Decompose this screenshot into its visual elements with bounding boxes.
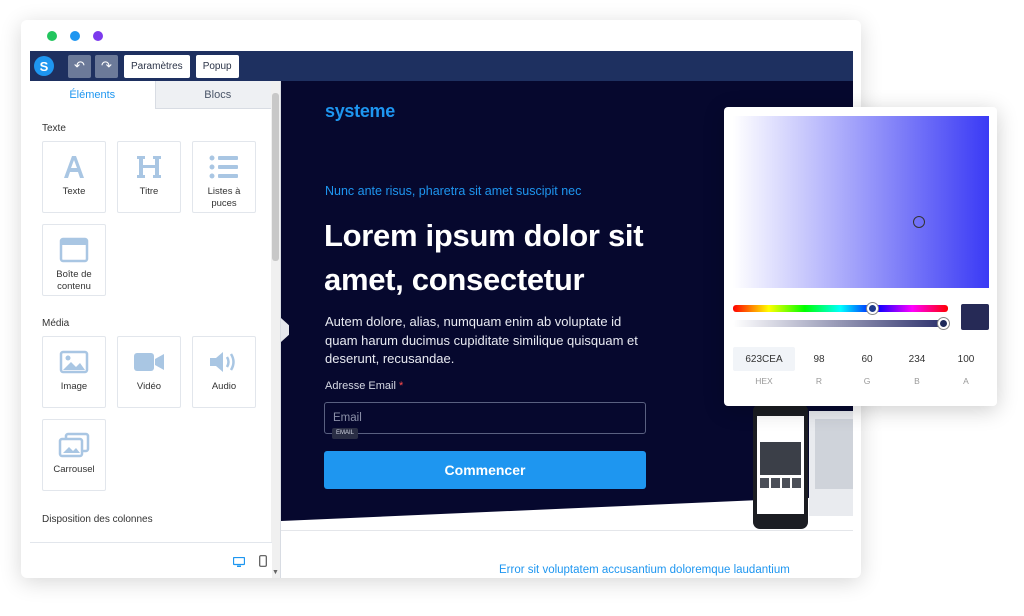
content-box-icon <box>59 232 89 268</box>
text-a-icon <box>61 149 87 185</box>
section-title-columns: Disposition des colonnes <box>42 514 153 525</box>
view-switcher <box>30 542 272 578</box>
desktop-mockup <box>809 411 853 516</box>
undo-button[interactable]: ↶ <box>68 54 91 78</box>
element-carousel[interactable]: Carrousel <box>42 419 106 491</box>
desktop-icon[interactable] <box>232 555 246 573</box>
speaker-icon <box>208 344 240 380</box>
bullet-list-icon <box>209 149 239 185</box>
element-heading[interactable]: Titre <box>117 141 181 213</box>
settings-button[interactable]: Paramètres <box>124 54 190 78</box>
hex-label: HEX <box>755 376 773 386</box>
element-video[interactable]: Vidéo <box>117 336 181 408</box>
saturation-knob[interactable] <box>913 216 925 228</box>
email-label: Adresse Email * <box>325 380 403 392</box>
email-input[interactable]: Email <box>324 402 646 434</box>
hero-headline: Lorem ipsum dolor sit amet, consectetur <box>324 218 644 297</box>
element-label: Boîte de contenu <box>56 269 92 292</box>
g-input[interactable]: 60 <box>843 347 891 371</box>
element-audio[interactable]: Audio <box>192 336 256 408</box>
carousel-icon <box>58 427 90 463</box>
image-icon <box>59 344 89 380</box>
b-field: 234 B <box>891 347 943 387</box>
close-dot[interactable] <box>47 31 57 41</box>
phone-mockup-image <box>760 442 801 475</box>
g-field: 60 G <box>843 347 891 387</box>
sidebar-scrollbar[interactable]: ▼ <box>271 81 280 578</box>
hero-paragraph: Autem dolore, alias, numquam enim ab vol… <box>325 314 638 366</box>
a-field: 100 A <box>943 347 989 387</box>
element-image[interactable]: Image <box>42 336 106 408</box>
hex-field: 623CEA HEX <box>733 347 795 386</box>
color-swatch <box>961 304 989 330</box>
tab-elements[interactable]: Éléments <box>30 81 155 109</box>
undo-icon: ↶ <box>74 58 85 73</box>
desktop-mockup-screen <box>815 419 853 489</box>
element-bullet-list[interactable]: Listes à puces <box>192 141 256 213</box>
element-text[interactable]: Texte <box>42 141 106 213</box>
element-label: Audio <box>211 381 237 392</box>
email-label-text: Adresse Email <box>325 380 396 392</box>
alpha-knob[interactable] <box>938 318 949 329</box>
brand-logo: systeme <box>325 101 395 121</box>
section-title-media: Média <box>42 318 70 329</box>
element-label: Texte <box>62 186 86 197</box>
video-camera-icon <box>133 344 165 380</box>
element-label: Listes à puces <box>207 186 241 209</box>
phone-mockup-thumbs <box>760 478 801 488</box>
mobile-icon[interactable] <box>259 554 267 572</box>
next-section-text: Error sit voluptatem accusantium dolorem… <box>499 564 790 576</box>
minimize-dot[interactable] <box>70 31 80 41</box>
color-picker: 623CEA HEX 98 R 60 G 234 B 100 A <box>724 107 997 406</box>
scroll-down-icon[interactable]: ▼ <box>272 569 279 576</box>
section-divider <box>281 530 853 531</box>
saturation-area[interactable] <box>733 116 989 288</box>
window-controls <box>47 31 103 41</box>
editor-toolbar: S ↶ ↷ Paramètres Popup <box>30 51 853 81</box>
element-label: Titre <box>139 186 159 197</box>
heading-h-icon <box>135 149 163 185</box>
a-input[interactable]: 100 <box>943 347 989 371</box>
hero-eyebrow: Nunc ante risus, pharetra sit amet susci… <box>325 184 582 198</box>
hex-input[interactable]: 623CEA <box>733 347 795 371</box>
popup-button[interactable]: Popup <box>195 54 239 78</box>
phone-mockup-screen <box>757 416 804 514</box>
elements-sidebar: Éléments Blocs Texte Texte Titre Listes … <box>30 81 281 578</box>
redo-button[interactable]: ↷ <box>95 54 118 78</box>
maximize-dot[interactable] <box>93 31 103 41</box>
g-label: G <box>863 376 871 386</box>
tab-blocks[interactable]: Blocs <box>154 81 280 109</box>
r-input[interactable]: 98 <box>795 347 843 371</box>
element-content-box[interactable]: Boîte de contenu <box>42 224 106 296</box>
app-logo[interactable]: S <box>34 56 54 76</box>
alpha-slider[interactable] <box>733 320 948 327</box>
start-button[interactable]: Commencer <box>324 451 646 489</box>
r-field: 98 R <box>795 347 843 387</box>
required-mark: * <box>398 380 404 392</box>
redo-icon: ↷ <box>101 58 112 73</box>
hue-slider[interactable] <box>733 305 948 312</box>
element-label: Image <box>60 381 88 392</box>
scrollbar-thumb[interactable] <box>272 93 279 261</box>
email-field-tag: EMAIL <box>332 428 359 439</box>
a-label: A <box>963 376 969 386</box>
hue-knob[interactable] <box>867 303 878 314</box>
color-fields: 623CEA HEX 98 R 60 G 234 B 100 A <box>733 347 989 386</box>
element-label: Vidéo <box>136 381 162 392</box>
element-label: Carrousel <box>53 464 95 475</box>
r-label: R <box>815 376 823 386</box>
b-input[interactable]: 234 <box>891 347 943 371</box>
section-title-text: Texte <box>42 123 66 134</box>
sidebar-tabs: Éléments Blocs <box>30 81 280 109</box>
b-label: B <box>914 376 920 386</box>
phone-mockup <box>753 404 808 529</box>
